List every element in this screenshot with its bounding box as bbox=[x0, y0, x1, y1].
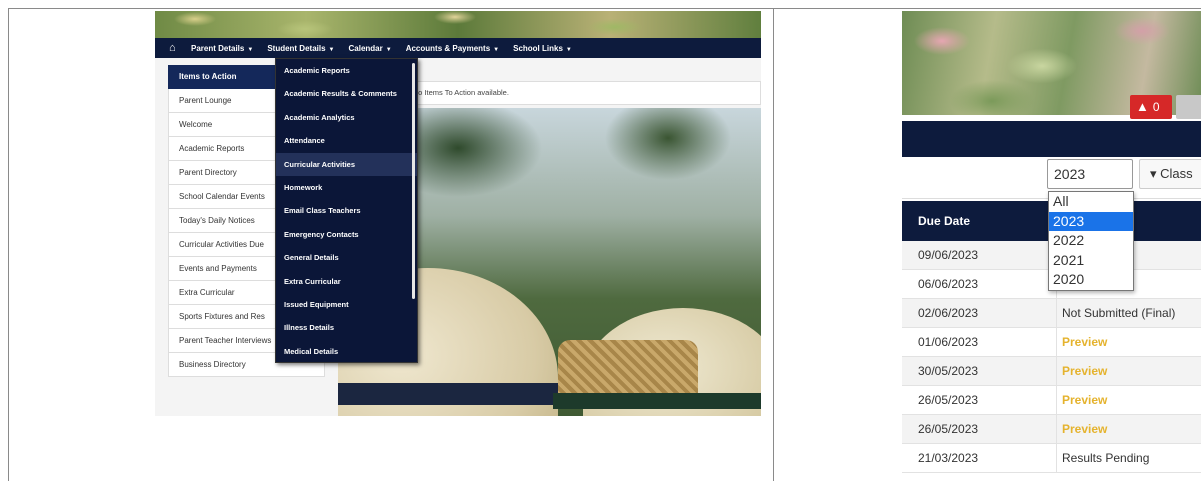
year-option-2020[interactable]: 2020 bbox=[1049, 270, 1133, 290]
table-row[interactable]: 01/06/2023 Preview bbox=[902, 328, 1201, 357]
nav-parent-details[interactable]: Parent Details ▼ bbox=[191, 44, 253, 53]
menu-item-illness-details[interactable]: Illness Details bbox=[276, 316, 417, 339]
preview-link[interactable]: Preview bbox=[1062, 357, 1107, 386]
year-options-list: All 2023 2022 2021 2020 bbox=[1048, 191, 1134, 291]
caret-down-icon: ▼ bbox=[565, 46, 572, 53]
class-filter-button[interactable]: ▾ Class bbox=[1139, 159, 1201, 189]
table-row[interactable]: 21/03/2023 Results Pending bbox=[902, 444, 1201, 473]
caret-down-icon: ▾ bbox=[1150, 166, 1157, 181]
nav-school-links[interactable]: School Links ▼ bbox=[513, 44, 572, 53]
warning-icon: ▲ bbox=[1136, 99, 1149, 114]
preview-link[interactable]: Preview bbox=[1062, 328, 1107, 357]
main-nav bbox=[902, 121, 1201, 157]
column-divider bbox=[773, 8, 774, 481]
year-option-all[interactable]: All bbox=[1049, 192, 1133, 212]
menu-item-academic-analytics[interactable]: Academic Analytics bbox=[276, 106, 417, 129]
column-header-due-date: Due Date bbox=[918, 214, 971, 228]
menu-item-general-details[interactable]: General Details bbox=[276, 246, 417, 269]
year-option-2023[interactable]: 2023 bbox=[1049, 211, 1133, 232]
preview-link[interactable]: Preview bbox=[1062, 386, 1107, 415]
table-row[interactable]: 26/05/2023 Preview bbox=[902, 386, 1201, 415]
school-banner bbox=[155, 11, 761, 38]
alert-badge[interactable]: ▲ 0 bbox=[1130, 95, 1172, 119]
notification-badge[interactable] bbox=[1176, 95, 1201, 119]
home-icon[interactable]: ⌂ bbox=[169, 42, 185, 54]
caret-down-icon: ▼ bbox=[385, 46, 392, 53]
year-option-2021[interactable]: 2021 bbox=[1049, 251, 1133, 271]
menu-item-homework[interactable]: Homework bbox=[276, 176, 417, 199]
menu-item-emergency-contacts[interactable]: Emergency Contacts bbox=[276, 223, 417, 246]
left-screenshot: ⌂ Parent Details ▼ Student Details ▼ Calen… bbox=[155, 11, 761, 416]
caret-down-icon: ▼ bbox=[247, 46, 254, 53]
student-details-menu: Academic Reports Academic Results & Comm… bbox=[275, 58, 418, 363]
caret-down-icon: ▼ bbox=[328, 46, 335, 53]
preview-link[interactable]: Preview bbox=[1062, 415, 1107, 444]
table-row[interactable]: 30/05/2023 Preview bbox=[902, 357, 1201, 386]
table-row[interactable]: 02/06/2023 Not Submitted (Final) bbox=[902, 299, 1201, 328]
nav-accounts-payments[interactable]: Accounts & Payments ▼ bbox=[406, 44, 499, 53]
menu-item-attendance[interactable]: Attendance bbox=[276, 129, 417, 152]
menu-item-extra-curricular[interactable]: Extra Curricular bbox=[276, 270, 417, 293]
menu-item-medical-details[interactable]: Medical Details bbox=[276, 340, 417, 363]
main-nav: ⌂ Parent Details ▼ Student Details ▼ Calen… bbox=[155, 38, 761, 58]
menu-scrollbar[interactable] bbox=[412, 63, 415, 299]
menu-item-email-class-teachers[interactable]: Email Class Teachers bbox=[276, 199, 417, 222]
right-screenshot: ▲0 2023 ▾ Class Due Date 09/06/2023 ted … bbox=[902, 11, 1201, 481]
year-select[interactable]: 2023 bbox=[1047, 159, 1133, 189]
table-row[interactable]: 26/05/2023 Preview bbox=[902, 415, 1201, 444]
nav-calendar[interactable]: Calendar ▼ bbox=[349, 44, 392, 53]
menu-item-academic-results[interactable]: Academic Results & Comments bbox=[276, 82, 417, 105]
caret-down-icon: ▼ bbox=[493, 46, 500, 53]
nav-student-details[interactable]: Student Details ▼ bbox=[267, 44, 334, 53]
menu-item-curricular-activities[interactable]: Curricular Activities bbox=[276, 152, 417, 176]
menu-item-issued-equipment[interactable]: Issued Equipment bbox=[276, 293, 417, 316]
menu-item-academic-reports[interactable]: Academic Reports bbox=[276, 59, 417, 82]
year-option-2022[interactable]: 2022 bbox=[1049, 231, 1133, 251]
